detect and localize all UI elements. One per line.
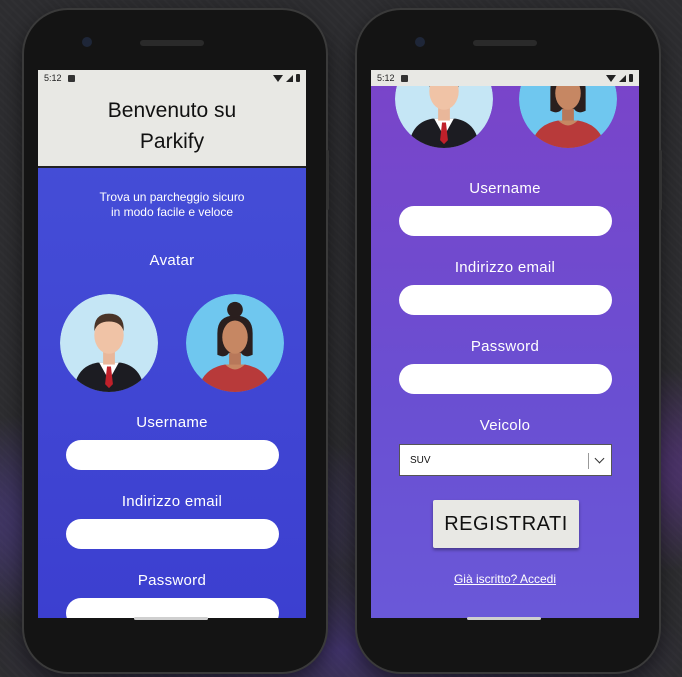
app-header: Benvenuto su Parkify [38,86,306,168]
phone-right: 5:12 Username Indirizzo email Password V… [357,10,662,672]
vehicle-selected-value: SUV [410,454,431,466]
camera-icon [82,37,92,47]
register-button[interactable]: REGISTRATI [433,500,579,548]
notification-icon [400,74,408,82]
username-label: Username [136,414,208,431]
notification-icon [67,74,75,82]
side-button [659,150,662,210]
avatar-male[interactable] [60,294,158,392]
avatar-label: Avatar [149,252,195,269]
camera-icon [415,37,425,47]
password-label: Password [137,572,207,589]
wifi-icon [273,74,283,82]
speaker-grille [140,40,204,46]
chevron-down-icon [594,453,605,464]
status-time: 5:12 [44,73,62,83]
female-avatar-icon [186,294,284,392]
vehicle-select[interactable]: SUV [399,444,612,476]
wifi-icon [606,74,616,82]
tagline-line-2: in modo facile e veloce [110,205,234,219]
status-bar: 5:12 [38,70,306,86]
username-input[interactable] [399,206,612,236]
email-input[interactable] [66,519,279,549]
page-title: Benvenuto su Parkify [107,99,237,153]
status-time: 5:12 [377,73,395,83]
phone-left: 5:12 Benvenuto su Parkify Trova un parch… [24,10,329,672]
password-label: Password [470,338,540,355]
battery-icon [296,74,300,82]
vehicle-label: Veicolo [479,417,531,434]
username-input[interactable] [66,440,279,470]
select-divider [588,453,589,469]
speaker-grille [473,40,537,46]
email-label: Indirizzo email [121,493,223,510]
email-input[interactable] [399,285,612,315]
password-input[interactable] [399,364,612,394]
home-indicator[interactable] [134,617,208,620]
username-label: Username [469,180,541,197]
avatar-female[interactable] [186,294,284,392]
password-input[interactable] [66,598,279,618]
battery-icon [629,74,633,82]
status-bar: 5:12 [371,70,639,86]
side-button [326,150,329,210]
male-avatar-icon [60,294,158,392]
signal-icon [619,74,626,82]
tagline-line-1: Trova un parcheggio sicuro [99,190,245,204]
home-indicator[interactable] [467,617,541,620]
screen-left: 5:12 Benvenuto su Parkify Trova un parch… [38,70,306,618]
login-link[interactable]: Già iscritto? Accedi [371,572,639,586]
tagline: Trova un parcheggio sicuro in modo facil… [38,190,306,220]
screen-right: 5:12 Username Indirizzo email Password V… [371,70,639,618]
email-label: Indirizzo email [454,259,556,276]
signal-icon [286,74,293,82]
